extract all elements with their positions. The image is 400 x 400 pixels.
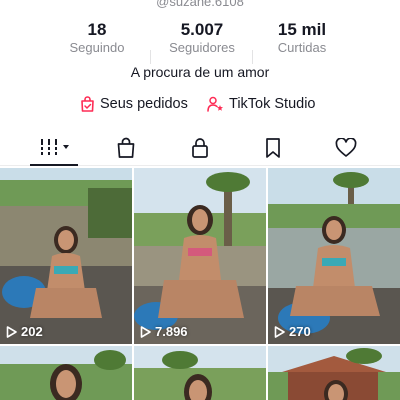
video-thumbnail[interactable]: [268, 346, 400, 400]
video-thumbnail[interactable]: 270: [268, 168, 400, 344]
tab-private[interactable]: [180, 134, 220, 162]
bookmark-icon: [266, 138, 280, 158]
profile-links: Seus pedidos TikTok Studio: [0, 96, 400, 116]
stat-likes-label: Curtidas: [277, 40, 327, 55]
video-thumbnail-image: [268, 346, 400, 400]
shop-bag-icon: [117, 137, 135, 158]
tab-liked[interactable]: [326, 134, 366, 162]
orders-link[interactable]: Seus pedidos: [80, 96, 188, 112]
view-count: 270: [274, 324, 311, 339]
lock-icon: [192, 138, 208, 158]
studio-link[interactable]: TikTok Studio: [207, 96, 316, 112]
video-thumbnail[interactable]: 202: [0, 168, 132, 344]
orders-label: Seus pedidos: [100, 96, 188, 112]
stat-likes-value: 15 mil: [277, 20, 327, 39]
studio-person-icon: [207, 96, 223, 112]
video-thumbnail-image: [0, 168, 132, 344]
tab-saved[interactable]: [253, 134, 293, 162]
play-icon: [6, 325, 17, 338]
play-icon: [140, 325, 151, 338]
stat-following-label: Seguindo: [69, 40, 125, 55]
video-thumbnail[interactable]: [0, 346, 132, 400]
heart-icon: [335, 138, 357, 157]
stat-followers-label: Seguidores: [169, 40, 235, 55]
profile-stats: 18 Seguindo 5.007 Seguidores 15 mil Curt…: [0, 20, 400, 64]
video-thumbnail[interactable]: 7.896: [134, 168, 266, 344]
tab-videos[interactable]: [34, 134, 74, 162]
stat-likes[interactable]: 15 mil Curtidas: [252, 20, 352, 56]
video-grid: 202 7.896 270: [0, 168, 400, 400]
stat-following[interactable]: 18 Seguindo: [47, 20, 147, 56]
view-count: 7.896: [140, 324, 188, 339]
view-count-value: 270: [289, 324, 311, 339]
play-icon: [274, 325, 285, 338]
profile-tabs: [0, 130, 400, 166]
stat-following-value: 18: [87, 20, 107, 39]
stat-divider: [150, 50, 151, 64]
stat-followers-value: 5.007: [180, 20, 224, 39]
view-count: 202: [6, 324, 43, 339]
view-count-value: 202: [21, 324, 43, 339]
videos-grid-icon: [39, 139, 69, 155]
video-thumbnail-image: [0, 346, 132, 400]
orders-bag-icon: [81, 96, 94, 112]
profile-handle: @suzane.6108: [156, 0, 244, 9]
active-tab-indicator: [30, 164, 78, 166]
video-thumbnail-image: [134, 346, 266, 400]
tab-shop[interactable]: [106, 134, 146, 162]
stat-followers[interactable]: 5.007 Seguidores: [152, 20, 252, 56]
view-count-value: 7.896: [155, 324, 188, 339]
video-thumbnail-image: [268, 168, 400, 344]
video-thumbnail[interactable]: [134, 346, 266, 400]
video-thumbnail-image: [134, 168, 266, 344]
studio-label: TikTok Studio: [229, 96, 316, 112]
profile-bio: A procura de um amor: [130, 64, 270, 80]
